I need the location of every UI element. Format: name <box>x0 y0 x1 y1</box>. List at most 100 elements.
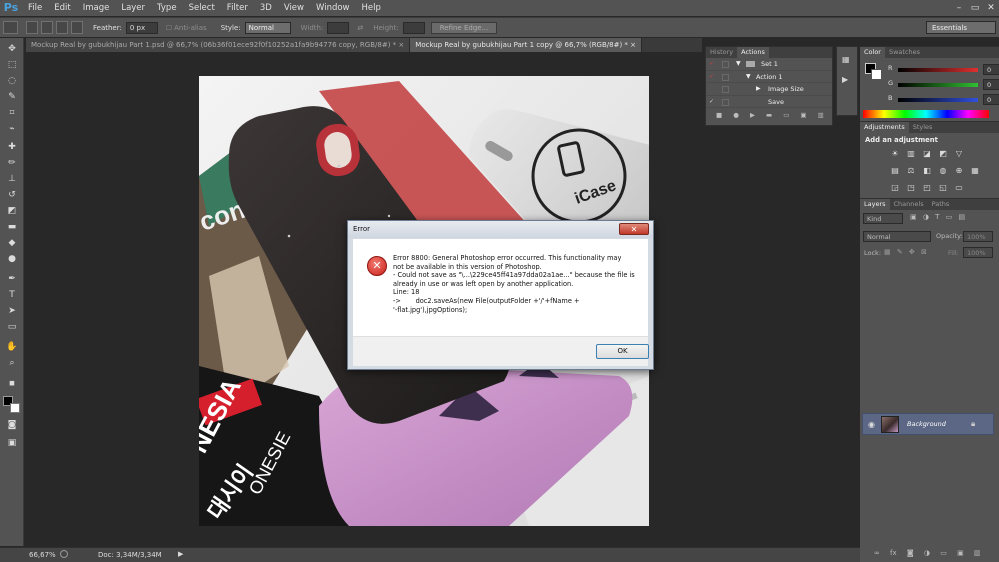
background-color-swatch[interactable] <box>10 403 20 413</box>
expand-icon[interactable]: ▼ <box>746 71 751 83</box>
photo-filter-icon[interactable]: ◍ <box>938 166 948 176</box>
zoom-tool-icon[interactable]: ⌕ <box>5 356 19 370</box>
tab-styles[interactable]: Styles <box>909 122 937 133</box>
menu-file[interactable]: File <box>22 0 48 16</box>
height-input[interactable] <box>402 21 425 34</box>
green-value[interactable]: 0 <box>983 79 999 90</box>
layer-filter-icons[interactable]: ▣ ◑ T ▭ ▤ <box>910 213 965 221</box>
blend-mode-select[interactable]: Normal <box>863 231 931 242</box>
gradient-map-icon[interactable]: ▭ <box>954 183 964 193</box>
color-lookup-icon[interactable]: ▦ <box>970 166 980 176</box>
screen-mode-icon[interactable]: ▣ <box>5 436 19 450</box>
action-step-row[interactable]: ▶ Image Size <box>706 83 832 96</box>
dialog-title-bar[interactable]: Error ✕ <box>348 221 653 238</box>
opacity-input[interactable]: 100% <box>963 231 993 242</box>
brightness-icon[interactable]: ☀ <box>890 149 900 159</box>
color-spectrum-bar[interactable] <box>863 110 989 118</box>
lasso-tool-icon[interactable]: ◌ <box>5 74 19 88</box>
tab-close-icon[interactable]: × <box>630 41 636 49</box>
status-menu-icon[interactable]: ▶ <box>178 550 183 558</box>
tab-adjustments[interactable]: Adjustments <box>860 122 909 133</box>
blur-tool-icon[interactable]: ◆ <box>5 236 19 250</box>
dialog-toggle-icon[interactable] <box>722 86 729 93</box>
move-tool-icon[interactable]: ✥ <box>5 42 19 56</box>
black-white-icon[interactable]: ◧ <box>922 166 932 176</box>
eyedropper-tool-icon[interactable]: ⌁ <box>5 122 19 136</box>
posterize-icon[interactable]: ◳ <box>906 183 916 193</box>
check-icon[interactable]: ✓ <box>709 58 719 70</box>
lock-icons[interactable]: ▦ ✎ ✥ ⊠ <box>884 248 927 256</box>
red-value[interactable]: 0 <box>983 64 999 75</box>
layer-kind-filter[interactable]: Kind <box>863 213 903 224</box>
tab-paths[interactable]: Paths <box>928 199 954 210</box>
expand-icon[interactable]: ▶ <box>756 83 761 95</box>
hand-tool-icon[interactable]: ✋ <box>5 340 19 354</box>
dialog-toggle-icon[interactable] <box>722 61 729 68</box>
intersect-selection-icon[interactable] <box>71 21 83 34</box>
menu-help[interactable]: Help <box>356 0 387 16</box>
healing-tool-icon[interactable]: ✚ <box>5 140 19 154</box>
dialog-close-button[interactable]: ✕ <box>619 223 649 235</box>
style-select[interactable]: Normal <box>244 21 291 34</box>
tab-document-2[interactable]: Mockup Real by gubukhijau Part 1 copy @ … <box>410 38 643 52</box>
antialias-checkbox-icon[interactable]: ☐ <box>166 24 172 32</box>
color-balance-icon[interactable]: ⚖ <box>906 166 916 176</box>
brush-tool-icon[interactable]: ✏ <box>5 156 19 170</box>
tab-close-icon[interactable]: × <box>398 41 404 49</box>
fill-input[interactable]: 100% <box>963 247 993 258</box>
share-icon[interactable] <box>60 550 68 558</box>
dodge-tool-icon[interactable]: ● <box>5 252 19 266</box>
selective-color-icon[interactable]: ◱ <box>938 183 948 193</box>
dialog-toggle-icon[interactable] <box>722 98 729 106</box>
gradient-tool-icon[interactable]: ▬ <box>5 220 19 234</box>
zoom-level[interactable]: 66,67% <box>29 551 56 559</box>
tab-swatches[interactable]: Swatches <box>885 47 924 58</box>
type-tool-icon[interactable]: T <box>5 288 19 302</box>
visibility-eye-icon[interactable]: ◉ <box>868 420 875 429</box>
subtract-selection-icon[interactable] <box>56 21 68 34</box>
action-step-row[interactable]: ✓ Save <box>706 96 832 108</box>
expand-icon[interactable]: ▼ <box>736 58 741 70</box>
width-input[interactable] <box>327 21 350 34</box>
ok-button[interactable]: OK <box>596 344 649 359</box>
close-window-button[interactable]: ✕ <box>983 0 999 16</box>
marquee-preset-icon[interactable] <box>3 21 18 34</box>
action-row[interactable]: ✓ ▼ Action 1 <box>706 71 832 83</box>
hue-saturation-icon[interactable]: ▤ <box>890 166 900 176</box>
crop-tool-icon[interactable]: ⌗ <box>5 106 19 120</box>
blue-slider[interactable]: B 0 <box>888 94 999 106</box>
menu-edit[interactable]: Edit <box>48 0 76 16</box>
pen-tool-icon[interactable]: ✒ <box>5 272 19 286</box>
history-brush-icon[interactable]: ↺ <box>5 188 19 202</box>
default-colors-icon[interactable]: ◼ <box>5 376 19 390</box>
workspace-select[interactable]: Essentials <box>926 21 996 34</box>
menu-3d[interactable]: 3D <box>254 0 278 16</box>
exposure-icon[interactable]: ◩ <box>938 149 948 159</box>
red-track[interactable] <box>898 68 978 72</box>
green-track[interactable] <box>898 83 978 87</box>
eraser-tool-icon[interactable]: ◩ <box>5 204 19 218</box>
green-slider[interactable]: G 0 <box>888 79 999 91</box>
threshold-icon[interactable]: ◰ <box>922 183 932 193</box>
layer-row-background[interactable]: ◉ Background 🔒︎ <box>862 413 994 435</box>
action-set-row[interactable]: ✓ ▼ Set 1 <box>706 58 832 71</box>
check-icon[interactable]: ✓ <box>709 71 719 83</box>
actions-panel-icon[interactable]: ▶ <box>842 75 848 84</box>
history-panel-icon[interactable]: ▦ <box>842 55 850 64</box>
refine-edge-button[interactable]: Refine Edge... <box>430 21 498 34</box>
check-icon[interactable]: ✓ <box>709 96 719 108</box>
feather-input[interactable]: 0 px <box>125 21 158 34</box>
swap-icon[interactable]: ⇄ <box>357 24 363 32</box>
minimize-button[interactable]: – <box>951 0 967 16</box>
menu-view[interactable]: View <box>278 0 310 16</box>
new-selection-icon[interactable] <box>26 21 38 34</box>
background-color-swatch[interactable] <box>871 69 882 80</box>
menu-layer[interactable]: Layer <box>115 0 151 16</box>
shape-tool-icon[interactable]: ▭ <box>5 320 19 334</box>
tab-color[interactable]: Color <box>860 47 885 58</box>
menu-filter[interactable]: Filter <box>221 0 254 16</box>
blue-value[interactable]: 0 <box>983 94 999 105</box>
marquee-tool-icon[interactable]: ⬚ <box>5 58 19 72</box>
levels-icon[interactable]: ▥ <box>906 149 916 159</box>
dialog-toggle-icon[interactable] <box>722 73 729 81</box>
